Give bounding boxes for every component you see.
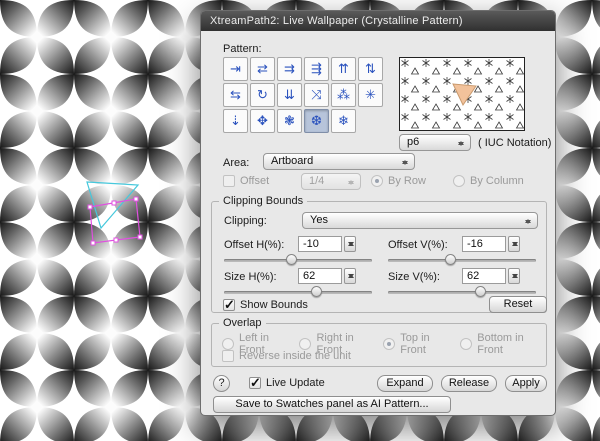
size-h-input[interactable]: 62 — [298, 268, 342, 284]
radio-dot — [460, 338, 473, 350]
fraction-value: 1/4 — [309, 175, 325, 187]
notation-value: p6 — [407, 136, 420, 148]
overlap-top-radio[interactable]: Top in Front — [383, 332, 448, 356]
checkbox-box — [223, 175, 235, 187]
pattern-preview[interactable] — [399, 57, 525, 131]
slider-thumb[interactable] — [445, 254, 457, 265]
dialog-title: XtreamPath2: Live Wallpaper (Crystalline… — [210, 15, 463, 27]
offset-v-slider[interactable] — [388, 254, 536, 266]
by-row-label: By Row — [388, 175, 426, 187]
save-to-swatches-button[interactable]: Save to Swatches panel as AI Pattern... — [213, 396, 451, 413]
pattern-button[interactable]: ⇶ — [304, 57, 329, 81]
by-row-radio[interactable]: By Row — [371, 175, 426, 187]
overlap-title: Overlap — [219, 317, 266, 329]
pattern-button[interactable]: ✥ — [250, 109, 275, 133]
magenta-selection-path[interactable] — [89, 198, 141, 244]
clipping-value: Yes — [310, 214, 328, 226]
reset-button[interactable]: Reset — [489, 296, 547, 313]
live-wallpaper-dialog: XtreamPath2: Live Wallpaper (Crystalline… — [200, 10, 556, 416]
by-column-radio[interactable]: By Column — [453, 175, 524, 187]
offset-checkbox-label: Offset — [240, 175, 270, 187]
pattern-button[interactable]: ⇄ — [250, 57, 275, 81]
popup-arrows-icon — [348, 177, 355, 188]
overlap-bottom-label: Bottom in Front — [477, 332, 524, 356]
slider-thumb[interactable] — [474, 286, 486, 297]
size-v-input[interactable]: 62 — [462, 268, 506, 284]
clipping-select[interactable]: Yes — [302, 212, 538, 229]
overlap-top-label: Top in Front — [400, 332, 430, 356]
pattern-button[interactable]: ⇈ — [331, 57, 356, 81]
offset-v-stepper[interactable] — [508, 236, 520, 252]
pattern-grid: ⇥ ⇄ ⇉ ⇶ ⇈ ⇅ ⇆ ↻ ⇊ ⤨ ⁂ ✳ ⇣ ✥ ❃ ❆ ❄ — [223, 57, 387, 133]
offset-v-label: Offset V(%): — [388, 239, 448, 251]
reverse-inside-checkbox[interactable]: Reverse inside the unit — [222, 350, 351, 362]
area-select[interactable]: Artboard — [263, 153, 415, 170]
reverse-inside-label: Reverse inside the unit — [239, 350, 351, 362]
radio-dot — [222, 338, 234, 350]
slider-thumb[interactable] — [310, 286, 322, 297]
offset-h-input[interactable]: -10 — [298, 236, 342, 252]
radio-dot — [371, 175, 383, 187]
size-h-label: Size H(%): — [224, 271, 277, 283]
slider-track — [224, 259, 372, 262]
dialog-titlebar[interactable]: XtreamPath2: Live Wallpaper (Crystalline… — [201, 11, 555, 31]
offset-h-stepper[interactable] — [344, 236, 356, 252]
size-h-slider[interactable] — [224, 286, 372, 298]
clipping-label: Clipping: — [224, 215, 267, 227]
pattern-button[interactable]: ⇥ — [223, 57, 248, 81]
pattern-button[interactable]: ⁂ — [331, 83, 356, 107]
pattern-button[interactable]: ⇊ — [277, 83, 302, 107]
popup-arrows-icon — [458, 138, 465, 149]
offset-h-label: Offset H(%): — [224, 239, 285, 251]
radio-dot — [453, 175, 465, 187]
pattern-button[interactable]: ⇆ — [223, 83, 248, 107]
slider-thumb[interactable] — [285, 254, 297, 265]
radio-dot — [299, 338, 312, 350]
pattern-button[interactable]: ❄ — [331, 109, 356, 133]
size-v-stepper[interactable] — [508, 268, 520, 284]
overlap-bottom-radio[interactable]: Bottom in Front — [460, 332, 540, 356]
checkbox-box — [222, 350, 234, 362]
slider-track — [388, 259, 536, 262]
offset-checkbox[interactable]: Offset — [223, 175, 269, 187]
slider-track — [224, 291, 372, 294]
pattern-button[interactable]: ✳ — [358, 83, 383, 107]
clipping-bounds-title: Clipping Bounds — [219, 195, 308, 207]
pattern-button[interactable]: ⇣ — [223, 109, 248, 133]
size-v-label: Size V(%): — [388, 271, 440, 283]
offset-fraction-select[interactable]: 1/4 — [301, 173, 361, 190]
area-label: Area: — [223, 157, 250, 169]
pattern-button[interactable]: ⇅ — [358, 57, 383, 81]
pattern-button[interactable]: ❃ — [277, 109, 302, 133]
pattern-label: Pattern: — [223, 43, 262, 55]
live-update-checkbox[interactable]: Live Update — [249, 375, 325, 391]
show-bounds-checkbox[interactable]: Show Bounds — [223, 297, 308, 313]
checkbox-box — [249, 375, 261, 391]
checkbox-box — [223, 297, 235, 313]
live-update-label: Live Update — [266, 377, 325, 389]
pattern-button[interactable]: ↻ — [250, 83, 275, 107]
pattern-button[interactable]: ⇉ — [277, 57, 302, 81]
pattern-button[interactable]: ⤨ — [304, 83, 329, 107]
notation-select[interactable]: p6 — [399, 134, 471, 151]
apply-button[interactable]: Apply — [505, 375, 547, 392]
pattern-button[interactable]: ❆ — [304, 109, 329, 133]
overlap-group: Overlap Left in Front Right in Front Top… — [211, 317, 547, 367]
help-button[interactable]: ? — [213, 375, 230, 392]
by-column-label: By Column — [470, 175, 524, 187]
slider-track — [388, 291, 536, 294]
notation-label: ( IUC Notation) — [478, 137, 552, 149]
radio-dot — [383, 338, 396, 350]
offset-v-input[interactable]: -16 — [462, 236, 506, 252]
size-h-stepper[interactable] — [344, 268, 356, 284]
release-button[interactable]: Release — [441, 375, 497, 392]
offset-h-slider[interactable] — [224, 254, 372, 266]
popup-arrows-icon — [525, 216, 532, 227]
expand-button[interactable]: Expand — [377, 375, 433, 392]
popup-arrows-icon — [402, 157, 409, 168]
show-bounds-label: Show Bounds — [240, 299, 308, 311]
area-value: Artboard — [271, 155, 314, 167]
